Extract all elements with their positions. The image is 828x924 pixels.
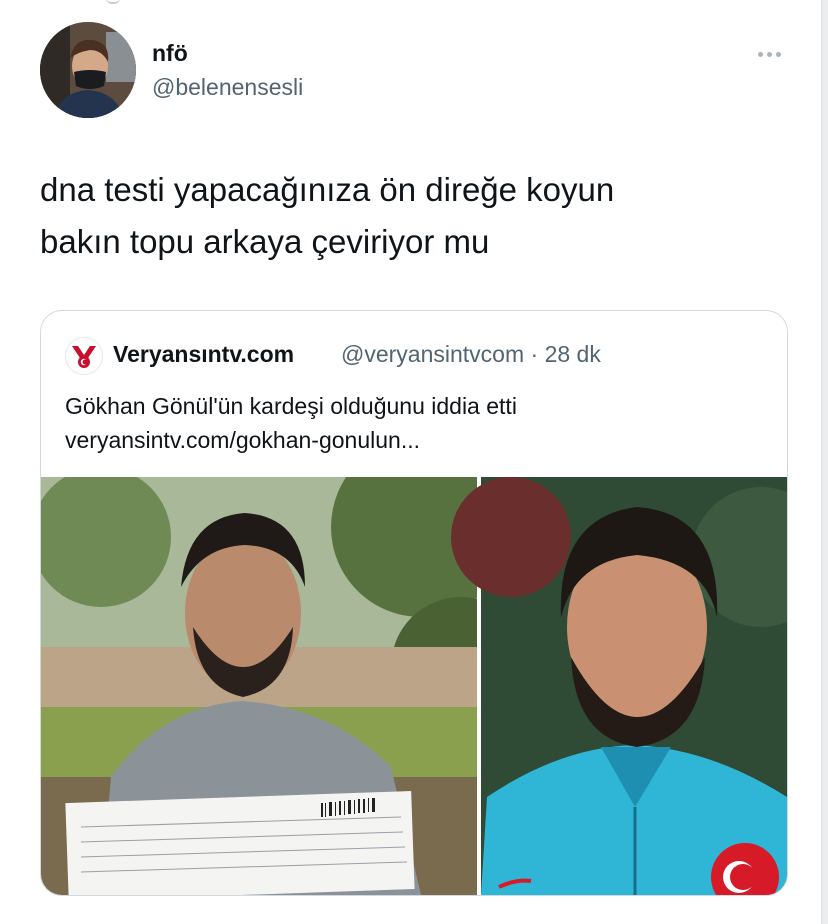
quoted-time[interactable]: 28 dk — [545, 341, 601, 367]
right-photo — [451, 477, 787, 895]
tweet-text-line: dna testi yapacağınıza ön direğe koyun — [40, 171, 615, 208]
tweet-text-line: bakın topu arkaya çeviriyor mu — [40, 223, 490, 260]
quoted-handle[interactable]: @veryansintvcom — [341, 341, 524, 367]
meta-separator: · — [530, 341, 539, 367]
quoted-text: Gökhan Gönül'ün kardeşi olduğunu iddia e… — [65, 393, 517, 419]
quoted-display-name[interactable]: Veryansıntv.com — [113, 341, 294, 368]
tweet-text: dna testi yapacağınıza ön direğe koyun b… — [40, 164, 780, 268]
author-handle[interactable]: @belenensesli — [152, 74, 303, 101]
scrollbar-track[interactable] — [822, 0, 828, 924]
more-horizontal-icon[interactable] — [752, 44, 786, 64]
quoted-meta: @veryansintvcom · 28 dk — [341, 341, 601, 368]
veryansin-logo-icon — [65, 337, 103, 375]
previous-tweet-fragment — [106, 0, 120, 4]
quoted-media-image[interactable] — [41, 477, 787, 895]
avatar[interactable] — [40, 22, 136, 118]
author-display-name[interactable]: nfö — [152, 40, 188, 67]
quoted-link[interactable]: veryansintv.com/gokhan-gonulun... — [65, 427, 420, 454]
quoted-tweet-card[interactable]: Veryansıntv.com @veryansintvcom · 28 dk … — [40, 310, 788, 896]
